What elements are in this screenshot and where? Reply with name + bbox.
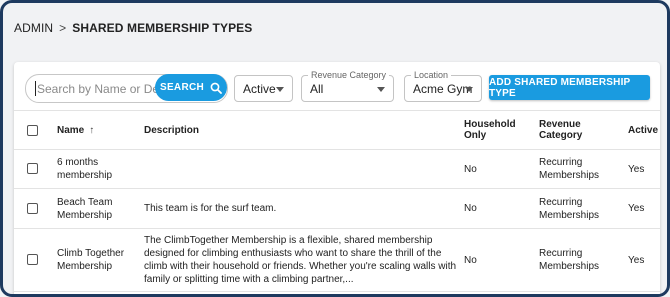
- row-checkbox[interactable]: [27, 254, 38, 265]
- status-select-value: Active: [243, 81, 276, 96]
- search-button[interactable]: SEARCH: [155, 74, 227, 101]
- column-header-active: Active: [628, 124, 659, 136]
- location-label: Location: [411, 70, 452, 80]
- row-description: [144, 150, 462, 188]
- row-checkbox[interactable]: [27, 203, 38, 214]
- row-revenue-category: Recurring Memberships: [539, 248, 600, 272]
- column-header-description: Description: [144, 124, 200, 136]
- caret-down-icon: [276, 87, 284, 92]
- row-name: Beach Team Membership: [57, 196, 113, 221]
- arrow-up-icon: ↑: [89, 124, 95, 136]
- search-icon: [210, 82, 222, 94]
- location-select[interactable]: Location Acme Gym: [404, 70, 482, 102]
- table-row[interactable]: Beach Team Membership This team is for t…: [14, 189, 660, 229]
- status-select[interactable]: Active: [234, 75, 293, 102]
- table-header: Name ↑ Description Household Only Revenu…: [14, 110, 660, 150]
- membership-types-table: Name ↑ Description Household Only Revenu…: [14, 110, 660, 292]
- select-all-checkbox[interactable]: [27, 125, 38, 136]
- revenue-category-label: Revenue Category: [308, 70, 390, 80]
- revenue-category-select[interactable]: Revenue Category All: [301, 70, 394, 102]
- add-shared-membership-type-button[interactable]: ADD SHARED MEMBERSHIP TYPE: [489, 75, 650, 100]
- row-name: Climb Together Membership: [57, 248, 125, 272]
- row-active: Yes: [628, 203, 645, 214]
- row-description: This team is for the surf team.: [144, 203, 277, 214]
- column-header-revenue-category: Revenue Category: [539, 119, 583, 141]
- row-active: Yes: [628, 163, 645, 175]
- caret-down-icon: [465, 87, 473, 92]
- search-button-label: SEARCH: [159, 82, 205, 93]
- breadcrumb: ADMIN > SHARED MEMBERSHIP TYPES: [14, 21, 252, 35]
- row-name: 6 months membership: [57, 157, 113, 181]
- breadcrumb-separator: >: [59, 21, 67, 35]
- row-active: Yes: [628, 254, 645, 266]
- location-value: Acme Gym: [413, 81, 473, 96]
- table-row[interactable]: Climb Together Membership The ClimbToget…: [14, 229, 660, 292]
- row-household-only: No: [464, 203, 477, 214]
- membership-types-card: SEARCH Active Revenue Category All Locat…: [14, 62, 660, 294]
- column-header-name[interactable]: Name ↑: [57, 111, 137, 149]
- table-row[interactable]: 6 months membership No Recurring Members…: [14, 150, 660, 189]
- row-household-only: No: [464, 254, 477, 266]
- column-header-household-only: Household Only: [464, 119, 516, 141]
- column-header-name-label: Name: [57, 124, 85, 136]
- caret-down-icon: [377, 87, 385, 92]
- search-input[interactable]: [35, 75, 167, 102]
- row-revenue-category: Recurring Memberships: [539, 196, 600, 221]
- revenue-category-value: All: [310, 81, 324, 96]
- breadcrumb-root[interactable]: ADMIN: [14, 21, 53, 35]
- row-description: The ClimbTogether Membership is a flexib…: [144, 235, 457, 285]
- row-revenue-category: Recurring Memberships: [539, 157, 600, 181]
- page-title: SHARED MEMBERSHIP TYPES: [72, 21, 253, 35]
- row-checkbox[interactable]: [27, 163, 38, 174]
- row-household-only: No: [464, 163, 477, 175]
- app-frame: ADMIN > SHARED MEMBERSHIP TYPES SEARCH Act…: [0, 0, 670, 297]
